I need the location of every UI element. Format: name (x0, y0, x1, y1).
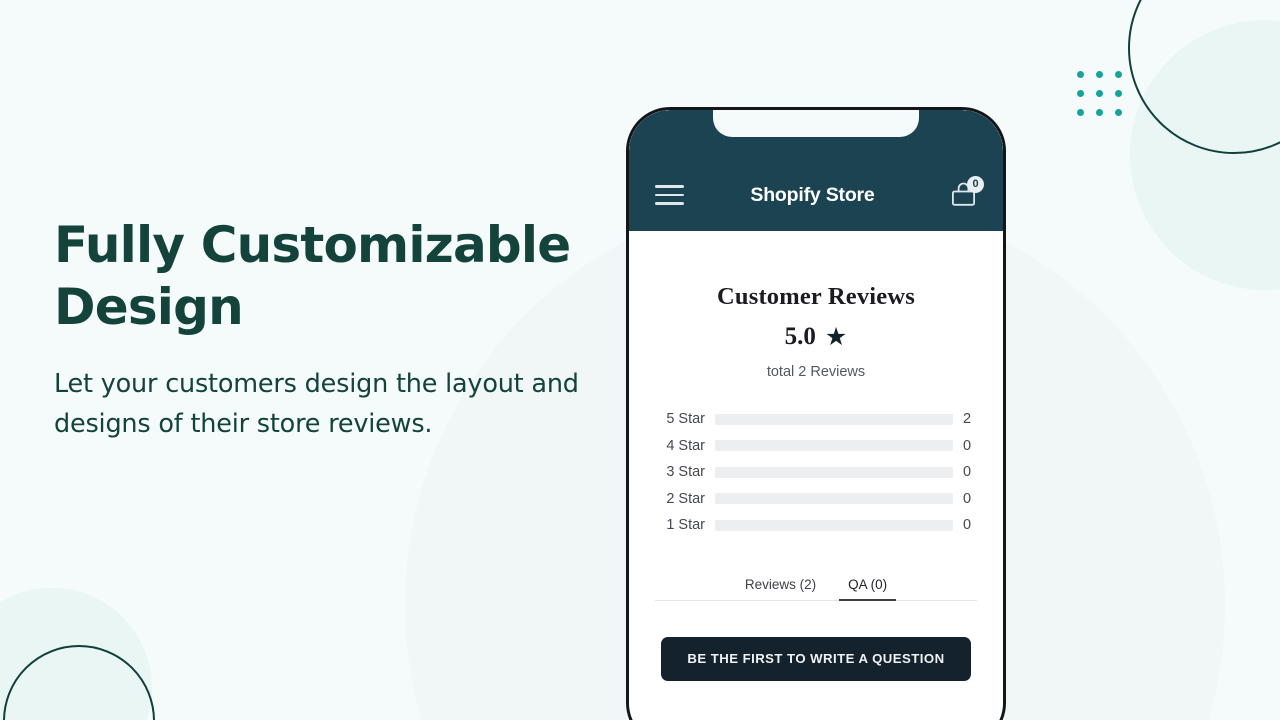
rating-row-count: 0 (963, 437, 972, 454)
grid-dot (1096, 90, 1103, 97)
star-icon: ★ (824, 322, 848, 351)
rating-row-track (715, 413, 953, 425)
cart-button[interactable]: 0 (947, 176, 984, 212)
dot-grid-decoration (1077, 71, 1122, 116)
rating-row[interactable]: 4 Star 0 (655, 433, 977, 460)
average-rating-value: 5.0 (784, 323, 816, 350)
grid-dot (1077, 90, 1084, 97)
phone-screen: Shopify Store 0 Customer Reviews 5.0 ★ t… (629, 110, 1003, 720)
average-rating-row: 5.0 ★ (655, 323, 977, 351)
total-reviews-count: total 2 Reviews (766, 364, 866, 380)
write-question-button[interactable]: BE THE FIRST TO WRITE A QUESTION (661, 636, 971, 681)
page-subtitle: Let your customers design the layout and… (54, 369, 579, 439)
rating-row[interactable]: 3 Star 0 (655, 459, 977, 486)
circle-mint-bottom-left (0, 588, 152, 720)
rating-row-track (715, 519, 953, 531)
grid-dot (1115, 90, 1122, 97)
grid-dot (1096, 71, 1103, 78)
rating-row-track (715, 493, 953, 505)
grid-dot (1077, 71, 1084, 78)
rating-row[interactable]: 1 Star 0 (655, 512, 977, 539)
rating-row-track (715, 440, 953, 452)
rating-row-label: 1 Star (666, 517, 705, 534)
rating-row[interactable]: 5 Star 2 (655, 406, 977, 433)
reviews-tabs: Reviews (2) QA (0) (655, 573, 977, 601)
circle-outline-bottom-left (3, 645, 155, 720)
rating-row-count: 0 (963, 464, 972, 481)
marketing-copy: Fully Customizable Design Let your custo… (54, 214, 614, 444)
cart-count-badge: 0 (967, 176, 984, 193)
rating-breakdown: 5 Star 2 4 Star 0 3 Star 0 2 Star 0 1 St… (655, 406, 977, 539)
cta-container: BE THE FIRST TO WRITE A QUESTION (655, 636, 977, 681)
store-title: Shopify Store (750, 183, 875, 206)
grid-dot (1115, 71, 1122, 78)
customer-reviews-heading: Customer Reviews (716, 283, 916, 310)
tab-qa[interactable]: QA (0) (839, 573, 897, 601)
rating-row-label: 5 Star (666, 411, 705, 428)
rating-row[interactable]: 2 Star 0 (655, 486, 977, 513)
grid-dot (1077, 109, 1084, 116)
rating-row-label: 2 Star (666, 490, 705, 507)
app-header: Shopify Store 0 (629, 110, 1003, 231)
rating-row-count: 2 (963, 411, 972, 428)
phone-notch (713, 110, 919, 137)
grid-dot (1096, 109, 1103, 116)
tab-reviews[interactable]: Reviews (2) (736, 573, 825, 601)
circle-outline-top-right (1128, 0, 1280, 154)
rating-row-label: 3 Star (666, 464, 705, 481)
circle-mint-top-right (1130, 20, 1280, 290)
rating-row-count: 0 (963, 517, 972, 534)
rating-row-count: 0 (963, 490, 972, 507)
rating-row-track (715, 466, 953, 478)
rating-row-label: 4 Star (666, 437, 705, 454)
customer-reviews-panel: Customer Reviews 5.0 ★ total 2 Reviews 5… (629, 231, 1003, 681)
app-header-row: Shopify Store 0 (629, 159, 1003, 231)
grid-dot (1115, 109, 1122, 116)
phone-mockup: Shopify Store 0 Customer Reviews 5.0 ★ t… (626, 107, 1006, 720)
page-title: Fully Customizable Design (54, 216, 571, 336)
